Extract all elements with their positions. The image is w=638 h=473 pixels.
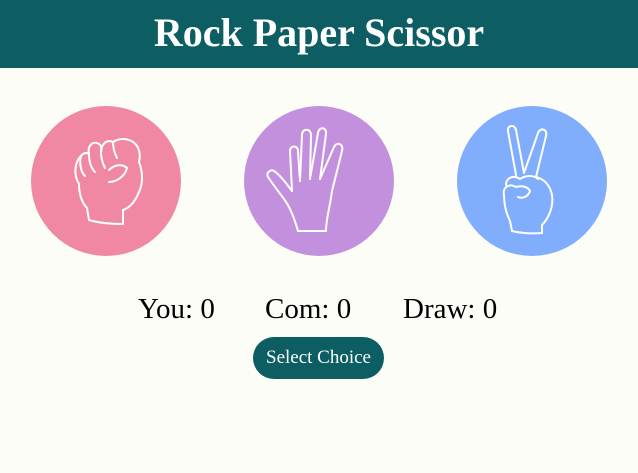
- select-choice-button[interactable]: Select Choice: [253, 337, 384, 379]
- scoreboard: You: 0 Com: 0 Draw: 0: [0, 293, 638, 329]
- score-you: You: 0: [138, 293, 215, 325]
- fist-icon: [74, 138, 143, 225]
- page-title: Rock Paper Scissor: [153, 10, 485, 55]
- rock-choice[interactable]: [31, 106, 181, 256]
- scissors-choice[interactable]: [457, 106, 607, 256]
- score-draw: Draw: 0: [403, 293, 498, 325]
- peace-sign-hand-icon: [502, 125, 554, 235]
- score-com: Com: 0: [265, 293, 352, 325]
- paper-choice[interactable]: [244, 106, 394, 256]
- open-hand-icon: [266, 127, 344, 232]
- header-bar: Rock Paper Scissor: [0, 0, 638, 68]
